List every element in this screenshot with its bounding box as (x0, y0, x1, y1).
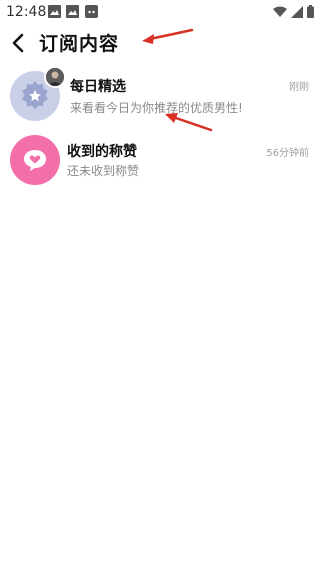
status-bar: 12:48 (0, 0, 320, 24)
image-icon (48, 5, 61, 18)
item-time: 56分钟前 (266, 148, 309, 159)
star-badge-icon (22, 81, 48, 110)
status-right (273, 5, 314, 18)
annotation-arrow (165, 113, 213, 132)
app-icon (85, 5, 98, 18)
item-subtitle: 来看看今日为你推荐的优质男性! (70, 101, 243, 115)
status-time: 12:48 (6, 4, 47, 20)
item-subtitle: 还未收到称赞 (67, 164, 140, 178)
user-avatar (44, 66, 66, 88)
signal-icon (291, 5, 303, 18)
heart-chat-icon (24, 150, 46, 171)
list-item-received-praise[interactable]: 收到的称赞 还未收到称赞 56分钟前 (0, 133, 320, 201)
received-praise-avatar (10, 135, 60, 185)
battery-icon (307, 5, 314, 18)
image-icon (66, 5, 79, 18)
annotation-arrow (142, 28, 194, 44)
item-title: 每日精选 (70, 79, 126, 95)
wifi-icon (273, 6, 287, 17)
item-title: 收到的称赞 (67, 144, 137, 160)
back-button[interactable] (8, 32, 30, 54)
item-time: 刚刚 (289, 82, 309, 93)
page-title: 订阅内容 (39, 33, 120, 55)
